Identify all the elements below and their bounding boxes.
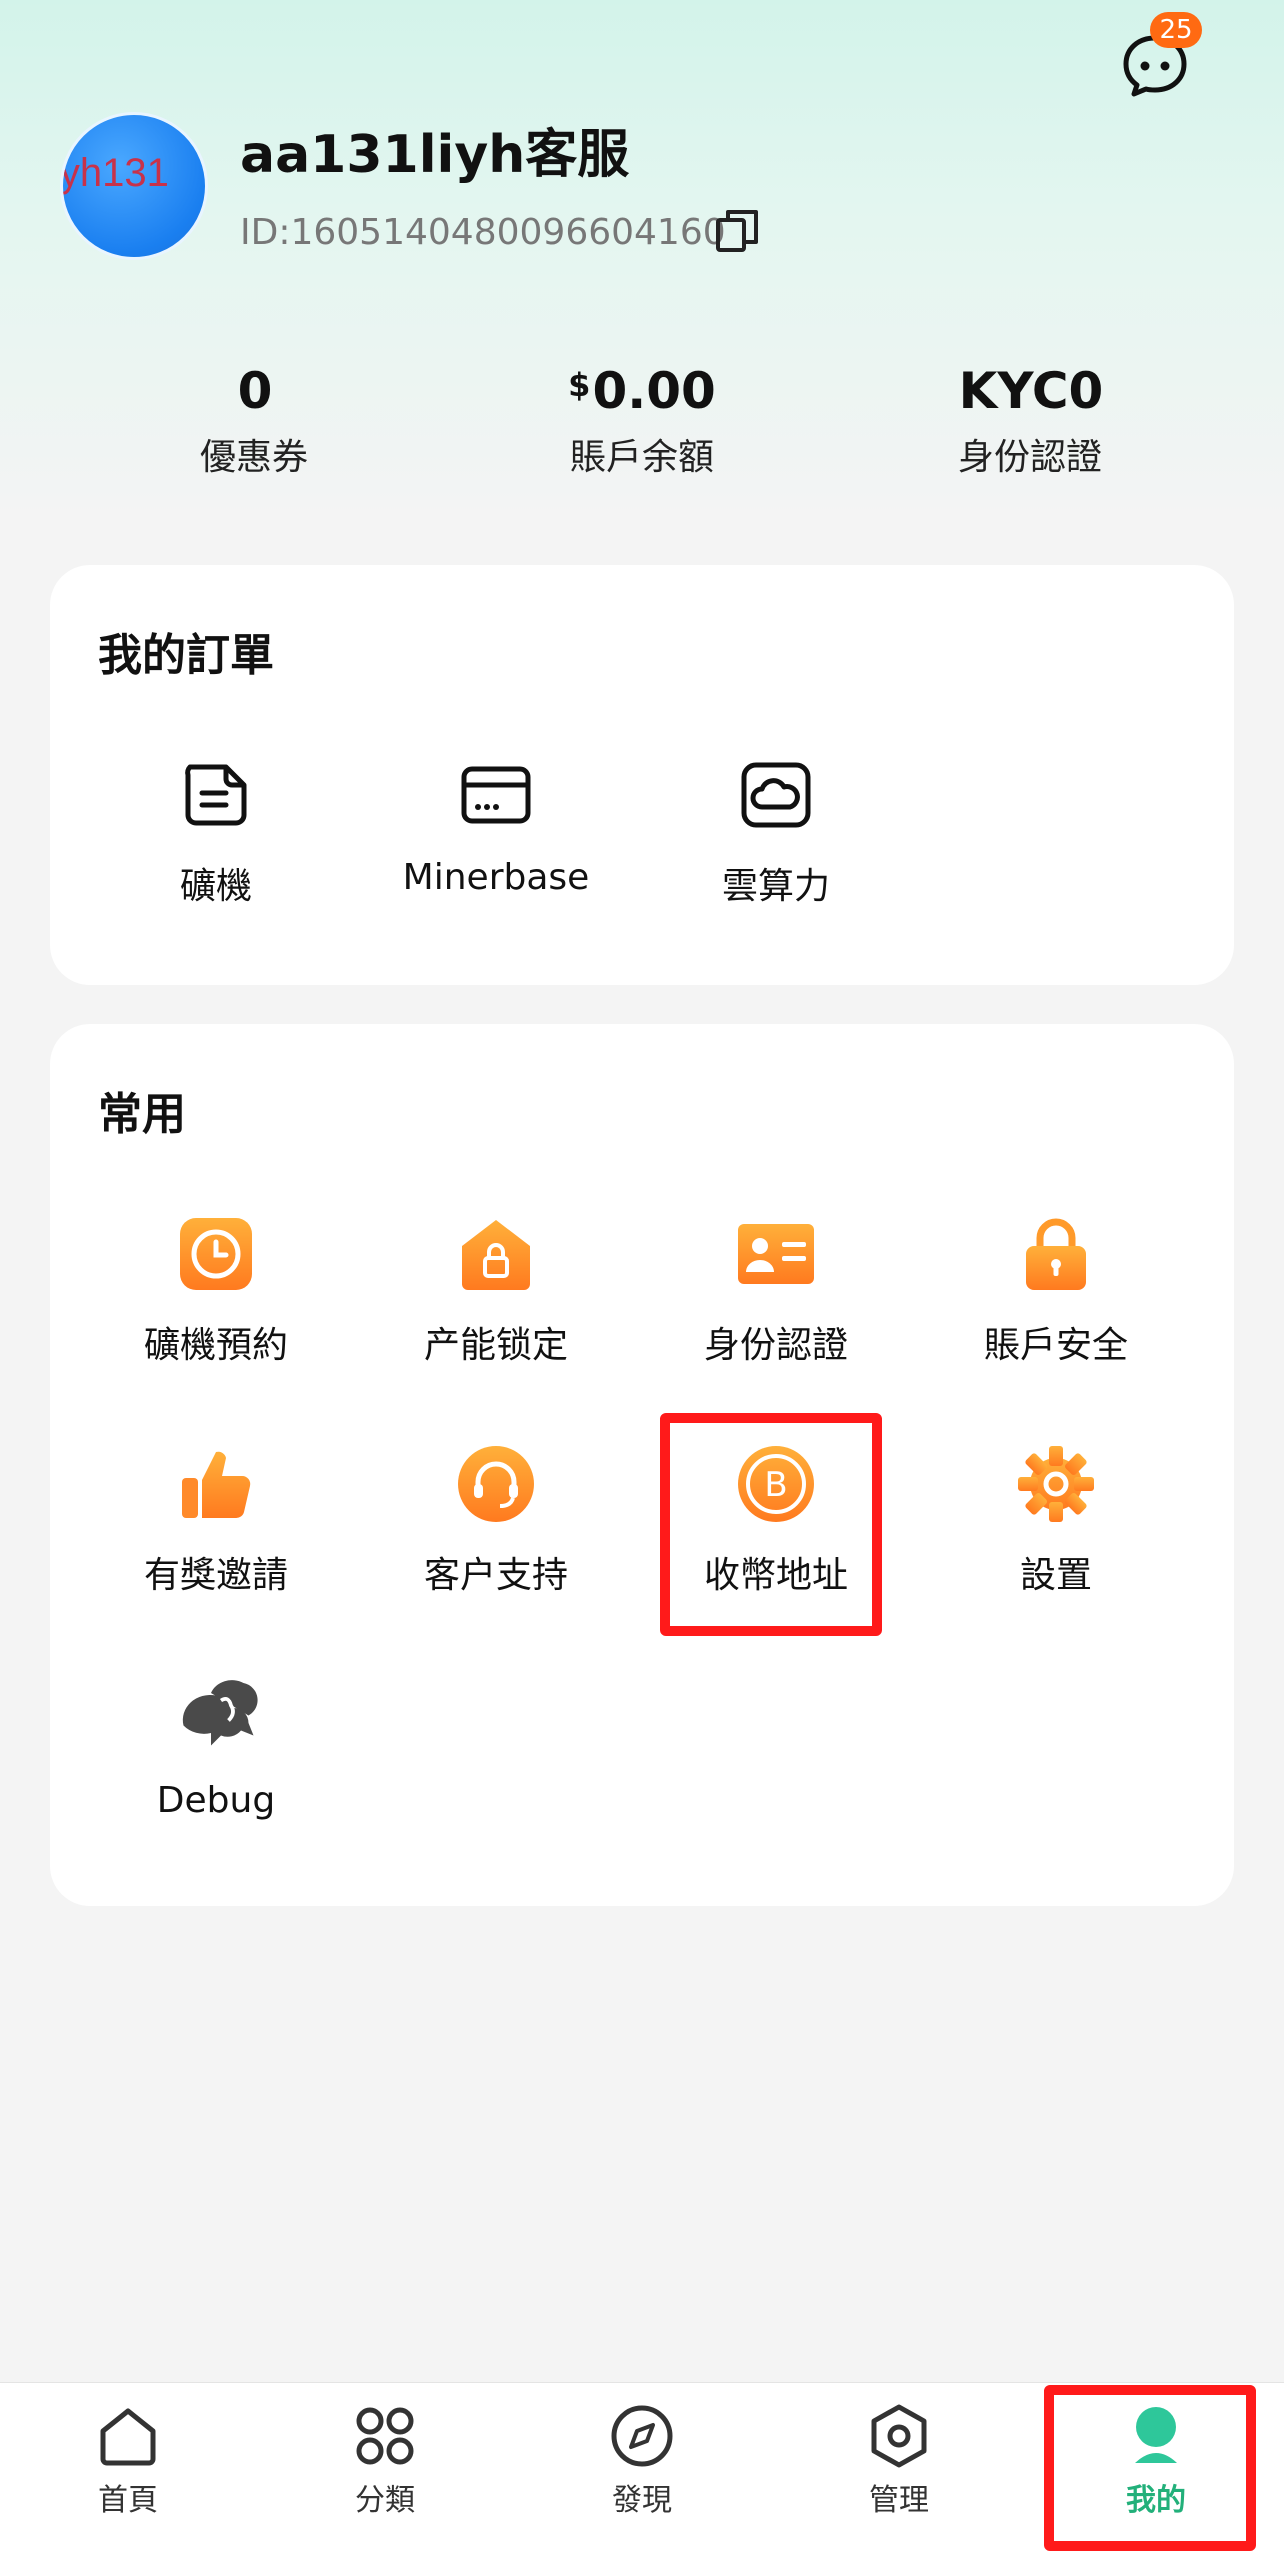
common-item-referral-rewards[interactable]: 有獎邀請 <box>76 1444 356 1598</box>
common-item-identity-verification[interactable]: 身份認證 <box>636 1214 916 1368</box>
compass-icon <box>611 2405 673 2467</box>
headset-icon <box>458 1446 534 1522</box>
order-item-minerbase[interactable]: Minerbase <box>356 755 636 898</box>
thumbs-up-icon <box>182 1451 251 1519</box>
common-tools-card: 常用 礦機預約 产能锁定 身份認證 賬戶安全 有獎邀請 客户支持 B 收幣地址 … <box>50 1024 1234 1906</box>
common-item-settings[interactable]: 設置 <box>916 1444 1196 1598</box>
order-item-label: Minerbase <box>402 857 590 898</box>
common-item-label: 賬戶安全 <box>983 1325 1128 1366</box>
common-item-label: 有獎邀請 <box>143 1555 288 1596</box>
tab-label: 管理 <box>869 2483 929 2518</box>
clock-icon <box>180 1218 252 1290</box>
card-title: 我的訂單 <box>98 630 274 681</box>
stat-coupons[interactable]: 0 優惠券 <box>104 350 404 480</box>
hexagon-icon <box>871 2404 927 2468</box>
stat-label: 賬戶余額 <box>569 437 714 478</box>
tab-discover[interactable]: 發現 <box>542 2403 742 2519</box>
tab-home[interactable]: 首頁 <box>28 2403 228 2519</box>
common-item-customer-support[interactable]: 客户支持 <box>356 1444 636 1598</box>
id-card-icon <box>738 1224 814 1284</box>
user-id: ID:1605140480096604160 <box>240 212 726 253</box>
tab-label: 分類 <box>355 2483 415 2518</box>
avatar[interactable]: iyh131 <box>60 112 208 260</box>
receive-address-highlight <box>660 1413 882 1636</box>
tab-label: 發現 <box>612 2483 672 2518</box>
gear-icon <box>1018 1446 1094 1522</box>
stat-balance[interactable]: $0.00 賬戶余額 <box>492 350 792 480</box>
order-item-cloud-power[interactable]: 雲算力 <box>636 755 916 909</box>
avatar-text: iyh131 <box>60 151 169 195</box>
account-stats: 0 優惠券 $0.00 賬戶余額 KYC0 身份認證 <box>0 350 1284 490</box>
username: aa131liyh客服 <box>240 125 630 185</box>
stat-value: 0 <box>237 362 273 420</box>
card-title: 常用 <box>98 1089 186 1140</box>
home-icon <box>100 2408 156 2466</box>
common-item-label: 設置 <box>1019 1555 1092 1596</box>
common-item-label: 礦機預約 <box>143 1325 288 1366</box>
order-item-label: 礦機 <box>179 866 252 907</box>
debug-icon <box>182 1680 258 1746</box>
common-item-label: 客户支持 <box>423 1555 568 1596</box>
common-item-label: Debug <box>156 1780 276 1821</box>
house-lock-icon <box>462 1220 530 1290</box>
order-item-miner[interactable]: 礦機 <box>76 755 356 909</box>
miner-doc-icon <box>185 764 247 826</box>
tab-label: 首頁 <box>98 2483 158 2518</box>
common-item-account-security[interactable]: 賬戶安全 <box>916 1214 1196 1368</box>
tab-categories[interactable]: 分類 <box>285 2403 485 2519</box>
mine-tab-highlight <box>1044 2385 1256 2551</box>
common-item-label: 产能锁定 <box>423 1325 568 1366</box>
my-orders-card: 我的訂單 礦機 Minerbase 雲算力 <box>50 565 1234 985</box>
common-item-miner-reservation[interactable]: 礦機預約 <box>76 1214 356 1368</box>
stat-label: 身份認證 <box>957 437 1102 478</box>
cloud-icon <box>741 762 811 828</box>
common-item-debug[interactable]: Debug <box>76 1674 356 1821</box>
stat-kyc[interactable]: KYC0 身份認證 <box>880 350 1180 480</box>
stat-value: KYC0 <box>958 362 1104 420</box>
stat-label: 優惠券 <box>199 437 308 478</box>
copy-icon[interactable] <box>714 208 760 254</box>
common-item-capacity-lock[interactable]: 产能锁定 <box>356 1214 636 1368</box>
order-item-label: 雲算力 <box>721 866 830 907</box>
grid-icon <box>356 2407 414 2465</box>
common-item-label: 身份認證 <box>703 1325 848 1366</box>
message-count-badge: 25 <box>1150 12 1202 48</box>
stat-value: $0.00 <box>568 362 716 420</box>
tab-manage[interactable]: 管理 <box>799 2403 999 2519</box>
padlock-icon <box>1026 1218 1086 1290</box>
card-icon <box>461 766 531 824</box>
